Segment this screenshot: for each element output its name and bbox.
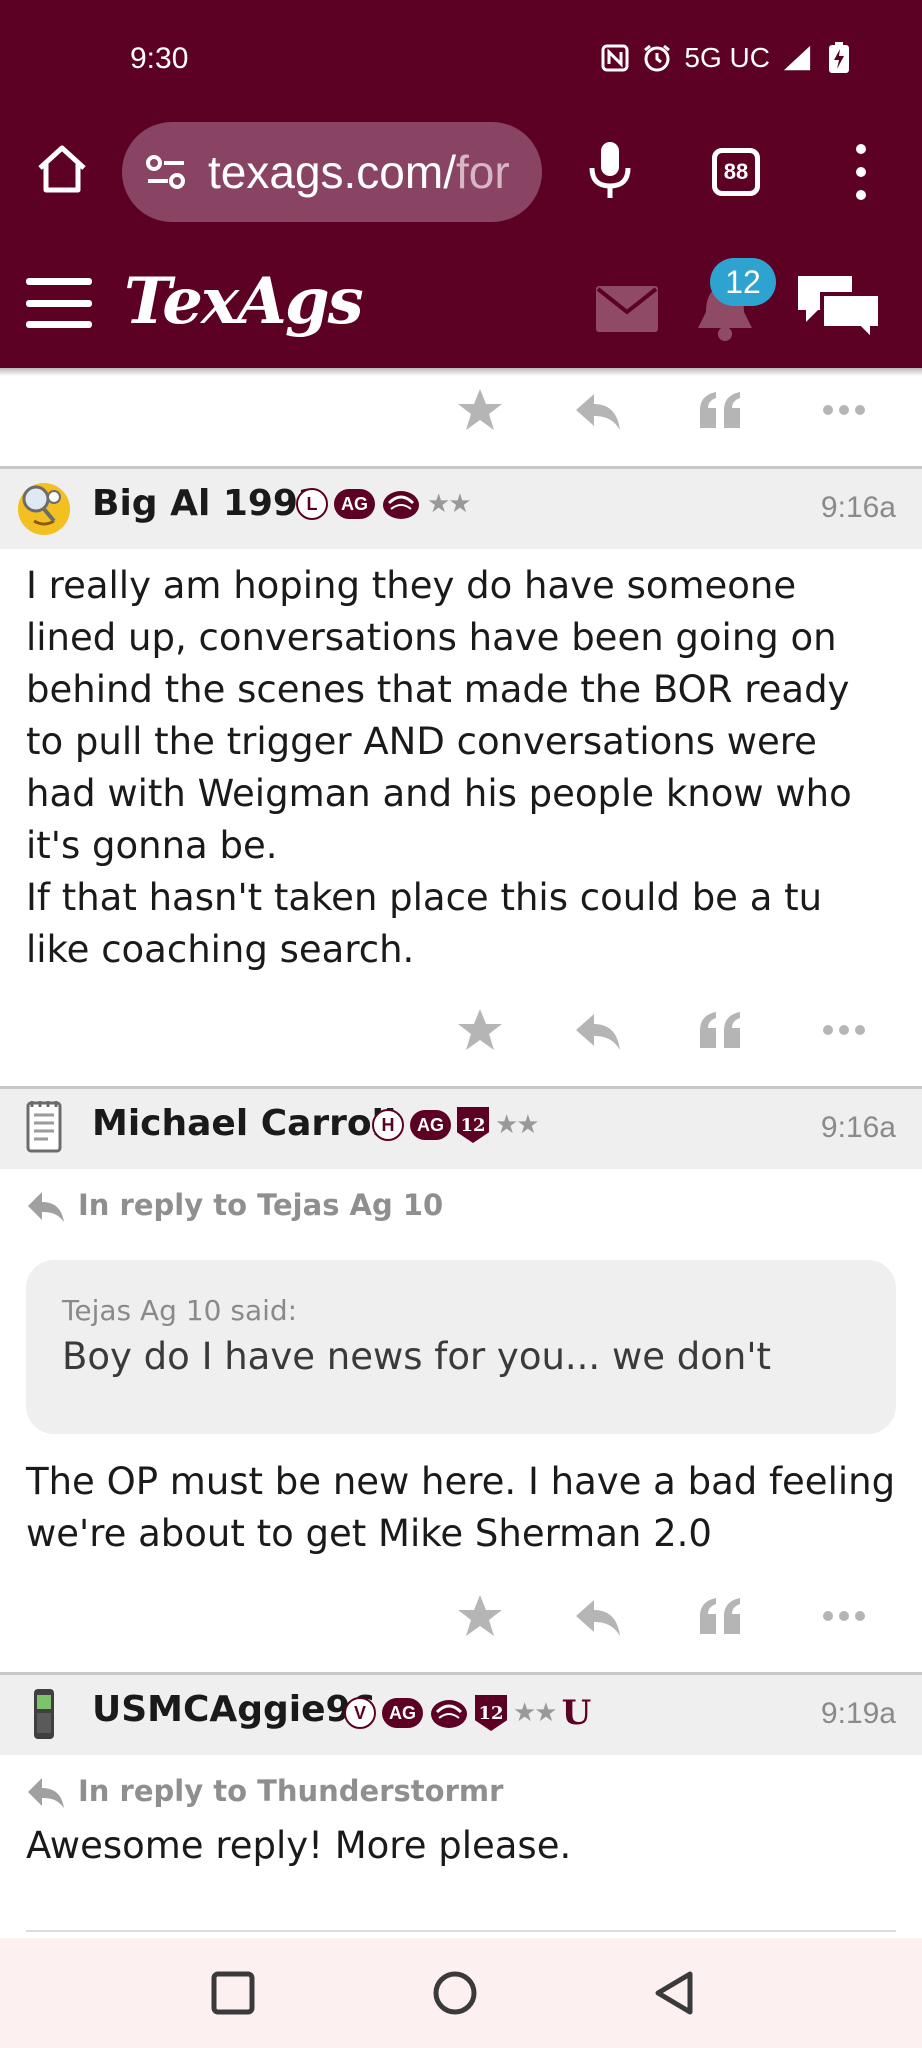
post-actions bbox=[0, 1586, 922, 1646]
recents-icon[interactable] bbox=[208, 1968, 258, 2018]
url-path: for bbox=[456, 146, 510, 198]
user-badges: H AG 12 ★★ bbox=[372, 1107, 540, 1143]
network-label: 5G UC bbox=[684, 42, 770, 73]
microphone-icon[interactable] bbox=[584, 140, 636, 200]
star-icon[interactable] bbox=[456, 386, 504, 434]
in-reply-to[interactable]: In reply to Thunderstormr bbox=[26, 1774, 503, 1808]
quoted-post: Tejas Ag 10 said: Boy do I have news for… bbox=[26, 1260, 896, 1434]
home-icon[interactable] bbox=[34, 140, 90, 196]
post-actions bbox=[0, 380, 922, 440]
status-badge: V bbox=[344, 1697, 376, 1729]
post-time: 9:16a bbox=[820, 491, 896, 524]
u-badge: U bbox=[561, 1693, 592, 1733]
12th-man-badge: 12 bbox=[457, 1107, 489, 1143]
browser-menu-icon[interactable] bbox=[846, 144, 876, 200]
user-avatar[interactable] bbox=[14, 477, 74, 537]
browser-header: 9:30 5G UC texags.com/for 88 TexAgs 12 bbox=[0, 0, 922, 368]
in-reply-to-label: In reply to Tejas Ag 10 bbox=[78, 1188, 444, 1222]
reveille-badge-icon bbox=[429, 1696, 469, 1730]
battery-charging-icon bbox=[824, 42, 854, 73]
header-shadow bbox=[0, 368, 922, 376]
status-icons: 5G UC bbox=[600, 42, 854, 74]
post-body: The OP must be new here. I have a bad fe… bbox=[26, 1460, 896, 1555]
mail-icon[interactable] bbox=[596, 286, 658, 332]
stars-badge: ★★ bbox=[495, 1110, 540, 1140]
ag-badge: AG bbox=[382, 1698, 423, 1728]
url-bar[interactable]: texags.com/for bbox=[122, 122, 542, 222]
more-options-icon[interactable] bbox=[820, 1006, 868, 1054]
star-icon[interactable] bbox=[456, 1592, 504, 1640]
more-options-icon[interactable] bbox=[820, 1592, 868, 1640]
status-time: 9:30 bbox=[130, 42, 189, 75]
star-icon[interactable] bbox=[456, 1006, 504, 1054]
notification-count-badge: 12 bbox=[710, 258, 776, 306]
quote-icon[interactable] bbox=[696, 1592, 744, 1640]
alarm-icon bbox=[642, 43, 672, 73]
url-host: texags.com/ bbox=[208, 146, 456, 198]
post-header: Michael Carroll H AG 12 ★★ 9:16a bbox=[0, 1089, 922, 1169]
username[interactable]: Big Al 1992 bbox=[92, 483, 323, 524]
quote-icon[interactable] bbox=[696, 386, 744, 434]
post-header: Big Al 1992 L AG ★★ 9:16a bbox=[0, 469, 922, 549]
12th-man-badge: 12 bbox=[475, 1695, 507, 1731]
tab-switcher-button[interactable]: 88 bbox=[712, 148, 760, 196]
more-options-icon[interactable] bbox=[820, 386, 868, 434]
status-badge: H bbox=[372, 1109, 404, 1141]
status-badge: L bbox=[296, 488, 328, 520]
reply-icon[interactable] bbox=[574, 1006, 622, 1054]
in-reply-to-label: In reply to Thunderstormr bbox=[78, 1774, 504, 1808]
quote-icon[interactable] bbox=[696, 1006, 744, 1054]
user-avatar[interactable] bbox=[14, 1683, 74, 1743]
chat-icon[interactable] bbox=[796, 272, 882, 345]
site-logo[interactable]: TexAgs bbox=[124, 264, 364, 339]
system-nav-bar bbox=[0, 1938, 922, 2048]
hamburger-menu-icon[interactable] bbox=[26, 278, 92, 328]
site-settings-icon[interactable] bbox=[144, 150, 188, 194]
reply-arrow-icon bbox=[28, 1192, 64, 1222]
reply-icon[interactable] bbox=[574, 1592, 622, 1640]
post-divider bbox=[26, 1930, 896, 1932]
post-body: Awesome reply! More please. bbox=[26, 1824, 572, 1867]
ag-badge: AG bbox=[410, 1110, 451, 1140]
quote-author[interactable]: Tejas Ag 10 said: bbox=[62, 1294, 860, 1327]
user-avatar[interactable] bbox=[14, 1097, 74, 1157]
stars-badge: ★★ bbox=[513, 1698, 558, 1728]
post-header: USMCAggie96 V AG 12 ★★ U 9:19a bbox=[0, 1675, 922, 1755]
back-nav-icon[interactable] bbox=[650, 1968, 700, 2018]
url-text: texags.com/for bbox=[208, 145, 510, 199]
username[interactable]: USMCAggie96 bbox=[92, 1689, 376, 1730]
ag-badge: AG bbox=[334, 489, 375, 519]
reveille-badge-icon bbox=[381, 487, 421, 521]
in-reply-to[interactable]: In reply to Tejas Ag 10 bbox=[26, 1188, 443, 1222]
username[interactable]: Michael Carroll bbox=[92, 1103, 396, 1144]
post-time: 9:19a bbox=[820, 1697, 896, 1730]
post-actions bbox=[0, 1000, 922, 1060]
quote-text: Boy do I have news for you... we don't bbox=[62, 1335, 771, 1378]
home-nav-icon[interactable] bbox=[430, 1968, 480, 2018]
post-body: I really am hoping they do have someone … bbox=[26, 564, 852, 971]
signal-icon bbox=[782, 43, 812, 73]
reply-icon[interactable] bbox=[574, 386, 622, 434]
stars-badge: ★★ bbox=[427, 489, 472, 519]
user-badges: L AG ★★ bbox=[296, 487, 472, 521]
reply-arrow-icon bbox=[28, 1778, 64, 1808]
nfc-icon bbox=[600, 43, 630, 73]
post-time: 9:16a bbox=[820, 1111, 896, 1144]
user-badges: V AG 12 ★★ U bbox=[344, 1693, 591, 1733]
